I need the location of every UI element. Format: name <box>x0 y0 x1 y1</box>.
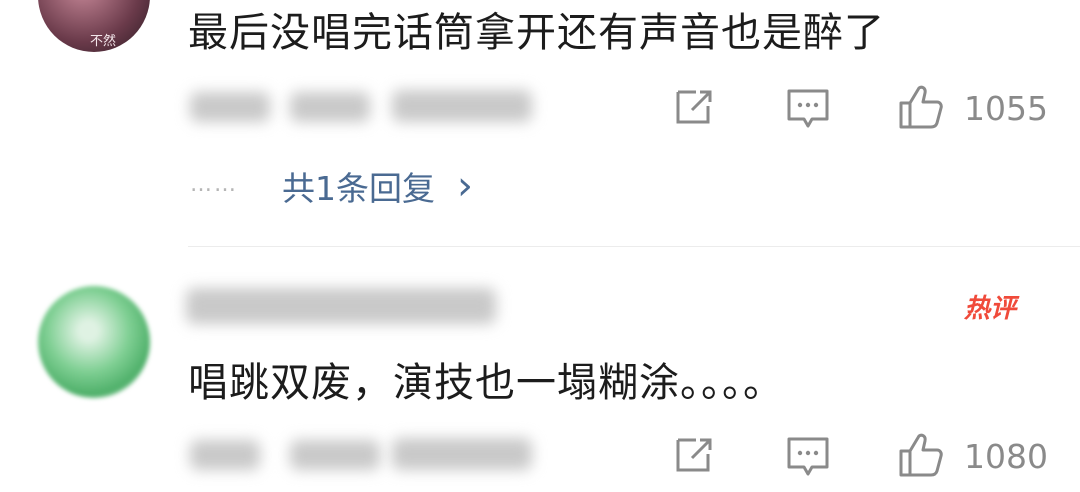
chevron-right-icon: › <box>457 163 473 209</box>
comment-icon[interactable] <box>786 436 830 478</box>
like-count: 1080 <box>964 437 1048 476</box>
comment-meta-blurred <box>290 92 370 122</box>
view-replies-link[interactable]: 共1条回复 › <box>282 162 473 210</box>
comment-meta-blurred <box>290 440 380 470</box>
reply-count-label: 共1条回复 <box>282 169 435 208</box>
thumbs-up-icon[interactable] <box>898 84 946 130</box>
username-blurred[interactable] <box>186 288 496 324</box>
comment-meta-blurred <box>392 90 532 122</box>
divider <box>188 246 1080 247</box>
comment-meta-blurred <box>392 438 532 470</box>
avatar-watermark: 不然 <box>90 34 117 49</box>
avatar[interactable]: 不然 <box>38 0 150 52</box>
avatar[interactable] <box>38 286 150 398</box>
like-count: 1055 <box>964 89 1048 128</box>
comment-meta-blurred <box>190 92 270 122</box>
hot-comment-badge: 热评 <box>964 294 1017 324</box>
reply-dots: …… <box>190 172 238 197</box>
share-icon[interactable] <box>672 88 714 126</box>
comment-meta-blurred <box>190 440 260 470</box>
comment-text: 唱跳双废，演技也一塌糊涂。。。。 <box>188 360 784 406</box>
comment-text: 最后没唱完话筒拿开还有声音也是醉了 <box>188 10 885 56</box>
comment-icon[interactable] <box>786 88 830 130</box>
share-icon[interactable] <box>672 436 714 474</box>
thumbs-up-icon[interactable] <box>898 432 946 478</box>
